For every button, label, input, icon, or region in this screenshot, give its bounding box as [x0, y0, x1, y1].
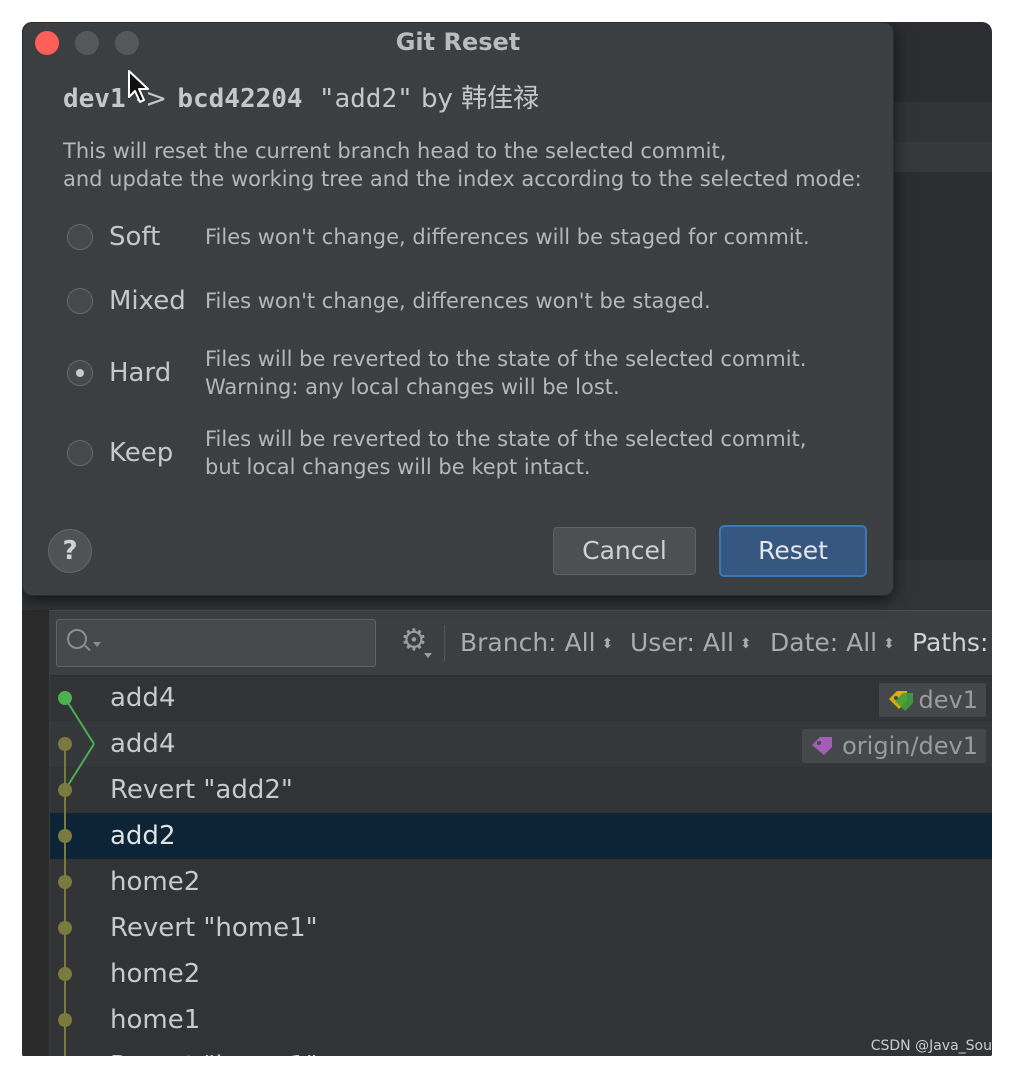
graph-node [58, 967, 72, 981]
commit-row[interactable]: add4 origin/dev1 [50, 721, 992, 767]
mode-description-line: Files will be reverted to the state of t… [205, 427, 807, 451]
close-icon[interactable] [35, 31, 59, 55]
chevron-down-icon[interactable] [93, 642, 101, 647]
chevron-updown-icon: ⬍ [883, 636, 895, 652]
commit-row[interactable]: Revert "home1" [50, 1043, 992, 1056]
graph-node [58, 737, 72, 751]
commit-message: home1 [110, 1005, 201, 1035]
toolbar-separator [444, 625, 445, 661]
user-filter[interactable]: User: All ⬍ [630, 627, 752, 659]
commit-row[interactable]: add4 dev1 [50, 675, 992, 721]
commit-row[interactable]: Revert "add2" [50, 767, 992, 813]
soft-radio[interactable] [67, 224, 93, 250]
background-editor-row [892, 102, 992, 142]
mode-description: Files won't change, differences will be … [205, 223, 885, 251]
paths-filter-label: Paths: [912, 628, 989, 657]
branch-tag-label: origin/dev1 [842, 732, 978, 760]
commit-message: add4 [110, 729, 176, 759]
mode-label: Mixed [109, 286, 186, 316]
gear-icon[interactable]: ⚙ [398, 625, 432, 658]
graph-node-head [58, 691, 72, 705]
branch-tag-icon [812, 737, 833, 755]
mode-description: Files will be reverted to the state of t… [205, 345, 885, 401]
commit-graph [58, 691, 95, 1056]
mode-description-line: Warning: any local changes will be lost. [205, 375, 620, 399]
remote-branch-tag: origin/dev1 [802, 729, 986, 763]
commit-hash: bcd42204 [177, 84, 303, 114]
commit-list: add4 dev1 add4 origin/dev1 Revert "add2"… [50, 675, 992, 1056]
cancel-button[interactable]: Cancel [553, 527, 696, 575]
user-filter-label: User: All [630, 628, 734, 657]
mode-description-line: but local changes will be kept intact. [205, 455, 591, 479]
commit-message: Revert "home1" [110, 1043, 318, 1056]
commit-row[interactable]: home2 [50, 859, 992, 905]
mode-description: Files won't change, differences won't be… [205, 287, 885, 315]
commit-row[interactable]: Revert "home1" [50, 905, 992, 951]
commit-message: home2 [110, 867, 201, 897]
dialog-title: Git Reset [395, 28, 521, 56]
maximize-icon [115, 31, 139, 55]
chevron-updown-icon: ⬍ [601, 636, 614, 652]
commit-message: home2 [110, 959, 201, 989]
date-filter-label: Date: All [770, 628, 878, 657]
commit-message: Revert "home1" [110, 913, 318, 943]
author-prefix: by [421, 84, 453, 114]
search-input[interactable] [105, 626, 369, 660]
description-line: and update the working tree and the inde… [63, 167, 862, 191]
branch-filter[interactable]: Branch: All ⬍ [460, 627, 613, 659]
commit-message: Revert "add2" [110, 775, 293, 805]
commit-author: 韩佳禄 [461, 84, 540, 114]
commit-message: "add2" [318, 84, 413, 114]
branch-tag-label: dev1 [918, 686, 978, 714]
keep-radio[interactable] [67, 440, 93, 466]
hard-radio[interactable] [67, 360, 93, 386]
graph-node [58, 875, 72, 889]
reset-button[interactable]: Reset [719, 525, 867, 577]
mixed-radio[interactable] [67, 288, 93, 314]
commit-message: add2 [110, 821, 176, 851]
graph-node [58, 829, 72, 843]
background-editor-row [892, 142, 992, 172]
git-reset-dialog: Git Reset dev1 -> bcd42204 "add2" by 韩佳禄… [22, 22, 894, 596]
mode-description-line: Files won't change, differences won't be… [205, 289, 711, 313]
chevron-updown-icon: ⬍ [739, 636, 752, 652]
git-log-panel: ⚙ Branch: All ⬍ User: All ⬍ Date: All ⬍ Pat… [22, 560, 992, 1056]
branch-tag: dev1 [878, 683, 986, 717]
tool-window-gutter [22, 610, 50, 1056]
branch-name: dev1 [63, 84, 126, 114]
date-filter[interactable]: Date: All ⬍ [770, 627, 895, 659]
dialog-description: This will reset the current branch head … [63, 137, 883, 193]
search-box[interactable] [56, 619, 376, 667]
commit-message: add4 [110, 683, 176, 713]
mode-description-line: Files won't change, differences will be … [205, 225, 810, 249]
minimize-icon [75, 31, 99, 55]
mode-label: Hard [109, 358, 172, 388]
commit-row[interactable]: home1 [50, 997, 992, 1043]
mode-label: Soft [109, 222, 161, 252]
branch-tag-icon [888, 691, 913, 711]
screen: ⚙ Branch: All ⬍ User: All ⬍ Date: All ⬍ Pat… [22, 22, 992, 1056]
mode-label: Keep [109, 438, 174, 468]
search-icon[interactable] [67, 629, 87, 649]
graph-node [58, 1013, 72, 1027]
paths-filter[interactable]: Paths: [912, 627, 988, 659]
help-icon[interactable]: ? [48, 529, 92, 573]
commit-row-selected[interactable]: add2 [50, 813, 992, 859]
chevron-down-icon [424, 653, 432, 658]
commit-row[interactable]: home2 [50, 951, 992, 997]
mode-description-line: Files will be reverted to the state of t… [205, 347, 807, 371]
graph-node [58, 783, 72, 797]
log-toolbar: ⚙ Branch: All ⬍ User: All ⬍ Date: All ⬍ Pat… [50, 610, 992, 676]
watermark: CSDN @Java_Sou [870, 1038, 992, 1054]
graph-node [58, 921, 72, 935]
description-line: This will reset the current branch head … [63, 139, 727, 163]
mouse-cursor-icon [128, 70, 149, 103]
mode-description: Files will be reverted to the state of t… [205, 425, 885, 481]
branch-filter-label: Branch: All [460, 628, 596, 657]
